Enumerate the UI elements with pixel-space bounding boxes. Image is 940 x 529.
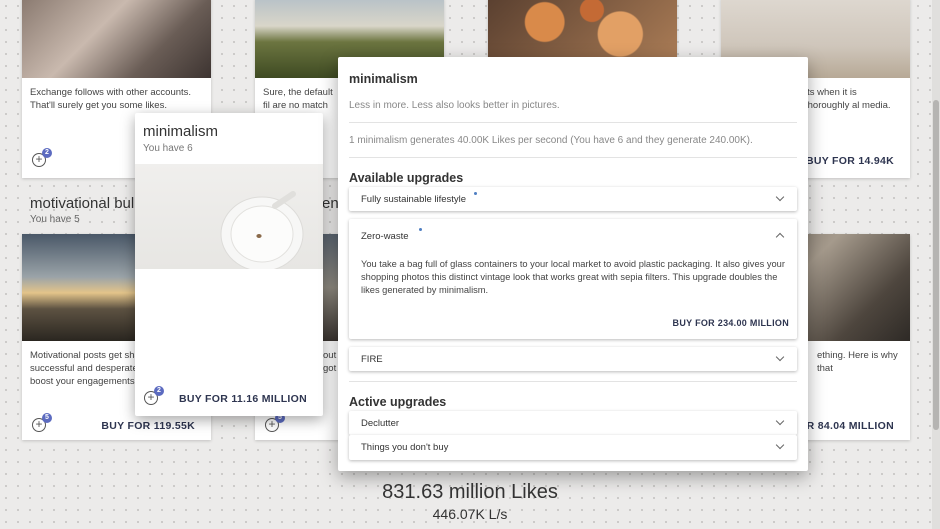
card-description: out got: [323, 350, 337, 374]
active-upgrade-declutter[interactable]: Declutter: [349, 411, 797, 435]
scrollbar-thumb[interactable]: [933, 100, 939, 430]
buy-button[interactable]: BUY FOR 14.94K: [806, 155, 894, 167]
active-upgrades-heading: Active upgrades: [349, 395, 447, 409]
divider: [349, 157, 797, 158]
new-indicator-dot: [419, 228, 422, 231]
section-owned-count: You have 5: [30, 214, 80, 225]
upgrade-label: Fully sustainable lifestyle: [361, 194, 467, 205]
count-badge: 2: [42, 148, 52, 158]
buy-button[interactable]: BUY FOR 11.16 MILLION: [179, 393, 307, 405]
card-photo: [22, 0, 211, 78]
dialog-title: minimalism: [349, 72, 418, 86]
owned-count: You have 6: [143, 143, 193, 154]
chevron-down-icon[interactable]: [775, 416, 785, 426]
chevron-down-icon[interactable]: [775, 352, 785, 362]
card-title: minimalism: [143, 123, 218, 140]
chevron-down-icon[interactable]: [775, 440, 785, 450]
chevron-down-icon[interactable]: [775, 192, 785, 202]
active-upgrade-things-you-dont-buy[interactable]: Things you don't buy: [349, 435, 797, 460]
divider: [349, 122, 797, 123]
upgrade-panel-zero-waste[interactable]: Zero-waste You take a bag full of glass …: [349, 219, 797, 339]
add-icon[interactable]: +2: [144, 386, 164, 405]
buy-upgrade-button[interactable]: BUY FOR 234.00 MILLION: [673, 318, 789, 328]
buy-button[interactable]: BUY FOR 119.55K: [101, 420, 195, 432]
card-description: Exchange follows with other accounts. Th…: [30, 87, 192, 111]
teacup-image: [135, 164, 323, 272]
generation-rate-info: 1 minimalism generates 40.00K Likes per …: [349, 135, 753, 146]
dialog-tagline: Less in more. Less also looks better in …: [349, 100, 560, 111]
page-scrollbar[interactable]: [932, 0, 940, 529]
add-icon[interactable]: +2: [32, 148, 52, 167]
divider: [349, 381, 797, 382]
game-page: Exchange follows with other accounts. Th…: [0, 0, 940, 529]
new-indicator-dot: [474, 192, 477, 195]
count-badge: 5: [42, 413, 52, 423]
total-likes: 831.63 million Likes: [382, 481, 558, 503]
card-description: ething. Here is why that: [817, 350, 898, 374]
upgrade-panel-fully-sustainable-lifestyle[interactable]: Fully sustainable lifestyle: [349, 187, 797, 211]
upgrade-dialog: minimalism Less in more. Less also looks…: [338, 57, 808, 471]
upgrade-panel-fire[interactable]: FIRE: [349, 347, 797, 371]
upgrade-label: Zero-waste: [361, 231, 409, 242]
upgrade-label: Declutter: [361, 418, 400, 429]
card-description: Motivational posts get sha successful an…: [30, 350, 140, 387]
minimalism-card: minimalism You have 6 +2 BUY FOR 11.16 M…: [135, 113, 323, 416]
upgrade-label: Things you don't buy: [361, 442, 449, 453]
add-icon[interactable]: +5: [32, 413, 52, 432]
likes-per-second: 446.07K L/s: [432, 506, 508, 522]
add-icon[interactable]: +5: [265, 413, 285, 432]
buy-button[interactable]: R 84.04 MILLION: [807, 420, 894, 432]
card-description: its when it is thoroughly al media.: [805, 87, 891, 111]
upgrade-label: FIRE: [361, 354, 383, 365]
card-photo: [488, 0, 677, 58]
available-upgrades-heading: Available upgrades: [349, 171, 464, 185]
chevron-up-icon[interactable]: [775, 232, 785, 242]
count-badge: 2: [154, 386, 164, 396]
teacup-illustration: [220, 191, 304, 272]
upgrade-description: You take a bag full of glass containers …: [361, 259, 785, 295]
section-title-motivational: motivational bul: [30, 195, 135, 212]
